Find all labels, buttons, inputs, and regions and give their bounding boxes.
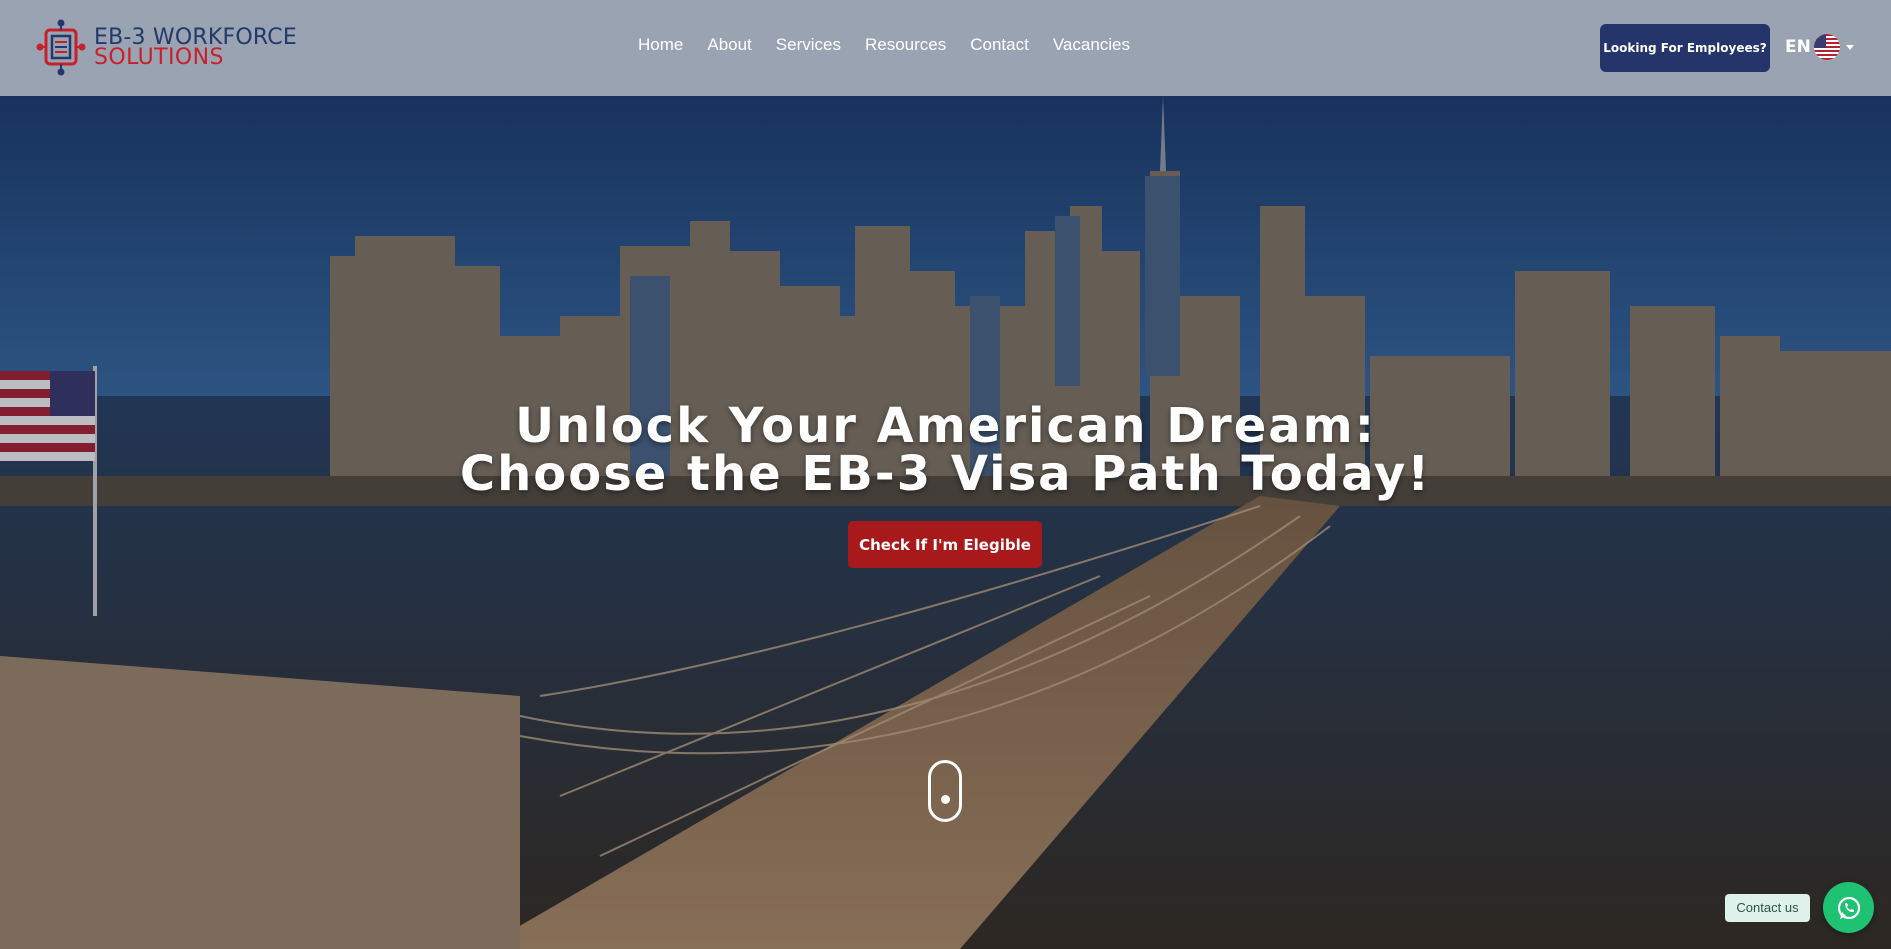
check-eligibility-button[interactable]: Check If I'm Elegible — [848, 521, 1042, 568]
main-nav: Home About Services Resources Contact Va… — [638, 35, 1154, 55]
us-flag-icon — [1813, 34, 1840, 60]
chevron-down-icon — [1845, 44, 1854, 50]
nav-contact[interactable]: Contact — [970, 35, 1029, 55]
mouse-scroll-icon[interactable] — [928, 760, 962, 822]
whatsapp-icon — [1837, 896, 1860, 919]
looking-for-employees-button[interactable]: Looking For Employees? — [1600, 24, 1770, 72]
contact-us-label[interactable]: Contact us — [1725, 894, 1810, 922]
scroll-dot — [941, 795, 950, 804]
brand-logo[interactable]: EB-3 WORKFORCE SOLUTIONS — [32, 18, 297, 78]
logo-line-2: SOLUTIONS — [94, 45, 224, 70]
hero-title-line-2: Choose the EB-3 Visa Path Today! — [459, 446, 1432, 502]
logo-text: EB-3 WORKFORCE SOLUTIONS — [94, 27, 297, 70]
site-header: EB-3 WORKFORCE SOLUTIONS Home About Serv… — [0, 0, 1891, 96]
nav-services[interactable]: Services — [776, 35, 841, 55]
hero-section: Unlock Your American Dream: Choose the E… — [0, 96, 1891, 949]
logo-icon — [36, 19, 86, 76]
nav-about[interactable]: About — [707, 35, 751, 55]
whatsapp-button[interactable] — [1823, 882, 1874, 933]
language-selector[interactable]: EN — [1785, 34, 1854, 60]
nav-vacancies[interactable]: Vacancies — [1053, 35, 1130, 55]
nav-resources[interactable]: Resources — [865, 35, 946, 55]
language-code: EN — [1785, 37, 1811, 57]
nav-home[interactable]: Home — [638, 35, 683, 55]
hero-title: Unlock Your American Dream: Choose the E… — [0, 402, 1891, 498]
